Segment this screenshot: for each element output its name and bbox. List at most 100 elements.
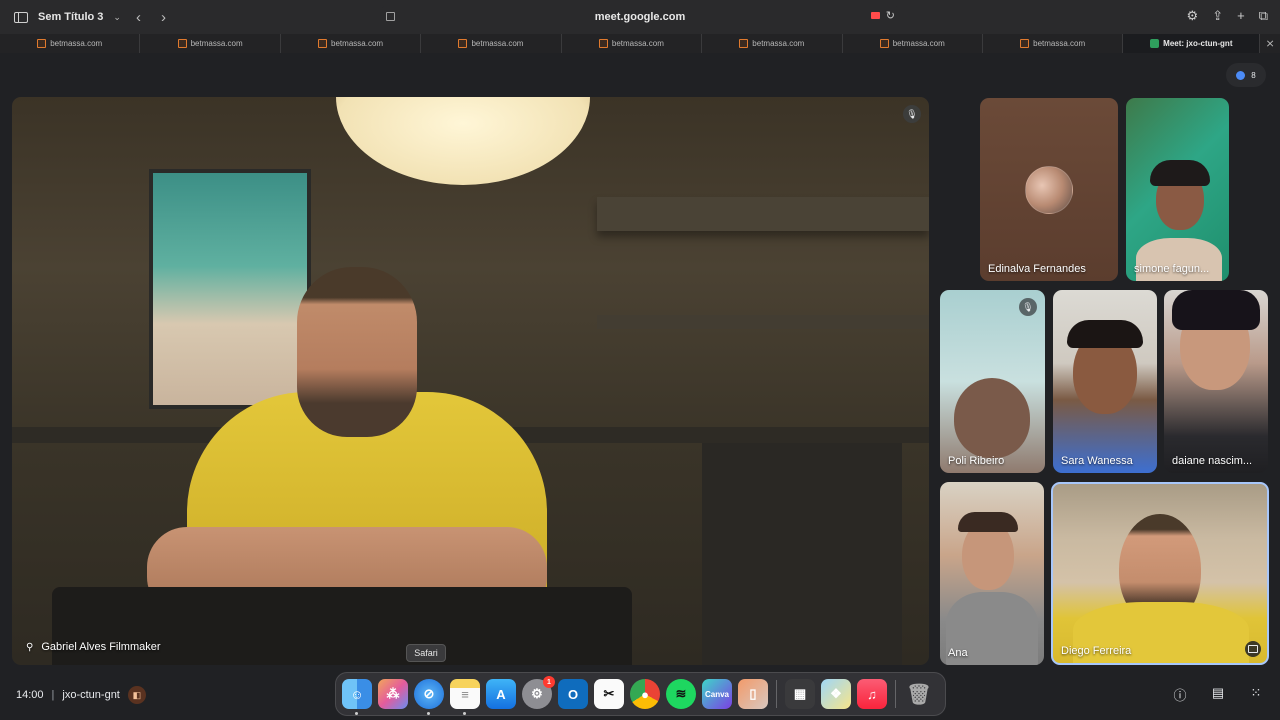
macos-dock: ☺ ⁂ ⊘ ≡ A ⚙ 1 O ✂ ● ≋ Canva ▯ ▦ ❖ ♫ 🗑 xyxy=(335,672,946,716)
iphone-mirroring-icon[interactable]: ▯ xyxy=(738,679,768,709)
extensions-icon[interactable]: ⚙ xyxy=(1187,8,1199,24)
back-button[interactable]: ‹ xyxy=(131,9,146,26)
participant-tile[interactable]: Sara Wanessa xyxy=(1053,290,1157,473)
main-video-tile[interactable]: 🎙 ⚲ Gabriel Alves Filmmaker xyxy=(12,97,929,665)
participant-name: Sara Wanessa xyxy=(1061,455,1133,467)
chat-icon[interactable]: ▤ xyxy=(1210,685,1226,704)
meeting-time: 14:00 xyxy=(16,689,44,701)
sidebar-toggle-icon[interactable] xyxy=(14,11,28,23)
notes-icon[interactable]: ≡ xyxy=(450,679,480,715)
browser-tab-active[interactable]: Meet: jxo-ctun-gnt xyxy=(1123,34,1261,53)
participant-name: Edinalva Fernandes xyxy=(988,263,1086,275)
picture-in-picture-icon[interactable] xyxy=(1245,641,1261,657)
app-store-icon[interactable]: A xyxy=(486,679,516,709)
tab-label: betmassa.com xyxy=(471,39,524,48)
dock-divider xyxy=(776,680,777,708)
browser-tab[interactable]: betmassa.com xyxy=(140,34,281,53)
dock-divider xyxy=(895,680,896,708)
tab-label: betmassa.com xyxy=(331,39,384,48)
participant-tile[interactable]: daiane nascim... xyxy=(1164,290,1268,473)
tab-close-icon[interactable]: ⨯ xyxy=(1260,34,1280,53)
browser-tab[interactable]: betmassa.com xyxy=(421,34,562,53)
forward-button[interactable]: › xyxy=(156,9,171,26)
tab-label: betmassa.com xyxy=(190,39,243,48)
capcut-icon[interactable]: ✂ xyxy=(594,679,624,709)
favicon-icon xyxy=(739,39,749,48)
people-icon xyxy=(1236,70,1246,80)
meeting-code: jxo-ctun-gnt xyxy=(62,689,120,701)
participants-chip[interactable]: 8 xyxy=(1226,63,1266,87)
trash-icon[interactable]: 🗑 xyxy=(904,679,934,709)
music-icon[interactable]: ♫ xyxy=(857,679,887,709)
pin-icon[interactable]: ⚲ xyxy=(26,642,33,653)
participant-name: Poli Ribeiro xyxy=(948,455,1005,467)
cabinet xyxy=(702,443,902,665)
outlook-icon[interactable]: O xyxy=(558,679,588,709)
notification-badge: 1 xyxy=(543,676,555,688)
dock-tooltip: Safari xyxy=(406,644,446,662)
new-tab-icon[interactable]: + xyxy=(1237,8,1245,24)
meeting-info-icon[interactable]: ⓘ xyxy=(1172,685,1188,704)
tab-strip: betmassa.com betmassa.com betmassa.com b… xyxy=(0,34,1280,53)
activities-icon[interactable]: ◧ xyxy=(127,686,146,704)
safari-icon[interactable]: ⊘ xyxy=(414,679,444,715)
favicon-icon xyxy=(598,39,608,48)
chevron-down-icon[interactable]: ⌄ xyxy=(113,12,121,23)
participant-tile[interactable]: Ana xyxy=(940,482,1044,665)
browser-tab[interactable]: betmassa.com xyxy=(0,34,141,53)
mic-off-icon: 🎙 xyxy=(903,105,921,123)
browser-tab[interactable]: betmassa.com xyxy=(843,34,983,53)
browser-tab[interactable]: betmassa.com xyxy=(281,34,422,53)
favicon-icon xyxy=(177,39,187,48)
meet-stage: 8 🎙 ⚲ Gabriel Alves Filmmaker Edinalva F… xyxy=(0,53,1280,668)
participant-head xyxy=(297,267,417,437)
page-menu-icon[interactable] xyxy=(386,12,395,21)
meeting-details: 14:00 | jxo-ctun-gnt ◧ xyxy=(16,686,146,704)
participant-head xyxy=(954,378,1030,458)
participant-hair xyxy=(958,512,1018,532)
favicon-icon xyxy=(1020,39,1030,48)
address-bar[interactable]: meet.google.com ↻ xyxy=(380,6,900,28)
participant-tile-self[interactable]: Diego Ferreira xyxy=(1051,482,1269,665)
participant-tile[interactable]: Edinalva Fernandes xyxy=(980,98,1118,281)
system-settings-icon[interactable]: ⚙ 1 xyxy=(522,676,555,709)
participant-name: simone fagun... xyxy=(1134,263,1210,275)
tab-label: betmassa.com xyxy=(892,39,945,48)
calculator-icon[interactable]: ▦ xyxy=(785,679,815,709)
preview-icon[interactable]: ❖ xyxy=(821,679,851,709)
url-text[interactable]: meet.google.com xyxy=(595,11,685,23)
ceiling-lamp xyxy=(336,97,590,185)
participant-tile[interactable]: simone fagun... xyxy=(1126,98,1229,281)
tab-group-title[interactable]: Sem Título 3 xyxy=(38,11,103,23)
main-speaker-name: ⚲ Gabriel Alves Filmmaker xyxy=(26,641,161,653)
participant-hair xyxy=(1172,290,1260,330)
canva-icon[interactable]: Canva xyxy=(702,679,732,709)
participant-tile[interactable]: 🎙 Poli Ribeiro xyxy=(940,290,1045,473)
favicon-icon xyxy=(318,39,328,48)
chrome-icon[interactable]: ● xyxy=(630,679,660,709)
favicon-icon xyxy=(458,39,468,48)
mic-off-icon: 🎙 xyxy=(1019,298,1037,316)
launchpad-icon[interactable]: ⁂ xyxy=(378,679,408,709)
participant-hair xyxy=(1150,160,1210,186)
tab-label: betmassa.com xyxy=(1033,39,1086,48)
laptop xyxy=(52,587,632,665)
participant-name: Ana xyxy=(948,647,968,659)
participant-name: Gabriel Alves Filmmaker xyxy=(41,641,161,653)
finder-icon[interactable]: ☺ xyxy=(342,679,372,715)
favicon-icon xyxy=(37,39,47,48)
reload-icon[interactable]: ↻ xyxy=(886,9,895,22)
wall-shelf xyxy=(597,197,929,231)
browser-tab[interactable]: betmassa.com xyxy=(983,34,1124,53)
avatar xyxy=(1025,166,1073,214)
share-icon[interactable]: ⇪ xyxy=(1212,8,1223,24)
spotify-icon[interactable]: ≋ xyxy=(666,679,696,709)
tab-label: betmassa.com xyxy=(611,39,664,48)
browser-tab[interactable]: betmassa.com xyxy=(562,34,703,53)
browser-tab[interactable]: betmassa.com xyxy=(702,34,843,53)
separator: | xyxy=(51,689,55,701)
camera-in-use-icon[interactable] xyxy=(871,12,880,19)
activities-grid-icon[interactable]: ⁙ xyxy=(1248,685,1264,704)
tab-overview-icon[interactable]: ⧉ xyxy=(1259,8,1268,24)
tab-label: Meet: jxo-ctun-gnt xyxy=(1163,39,1233,48)
